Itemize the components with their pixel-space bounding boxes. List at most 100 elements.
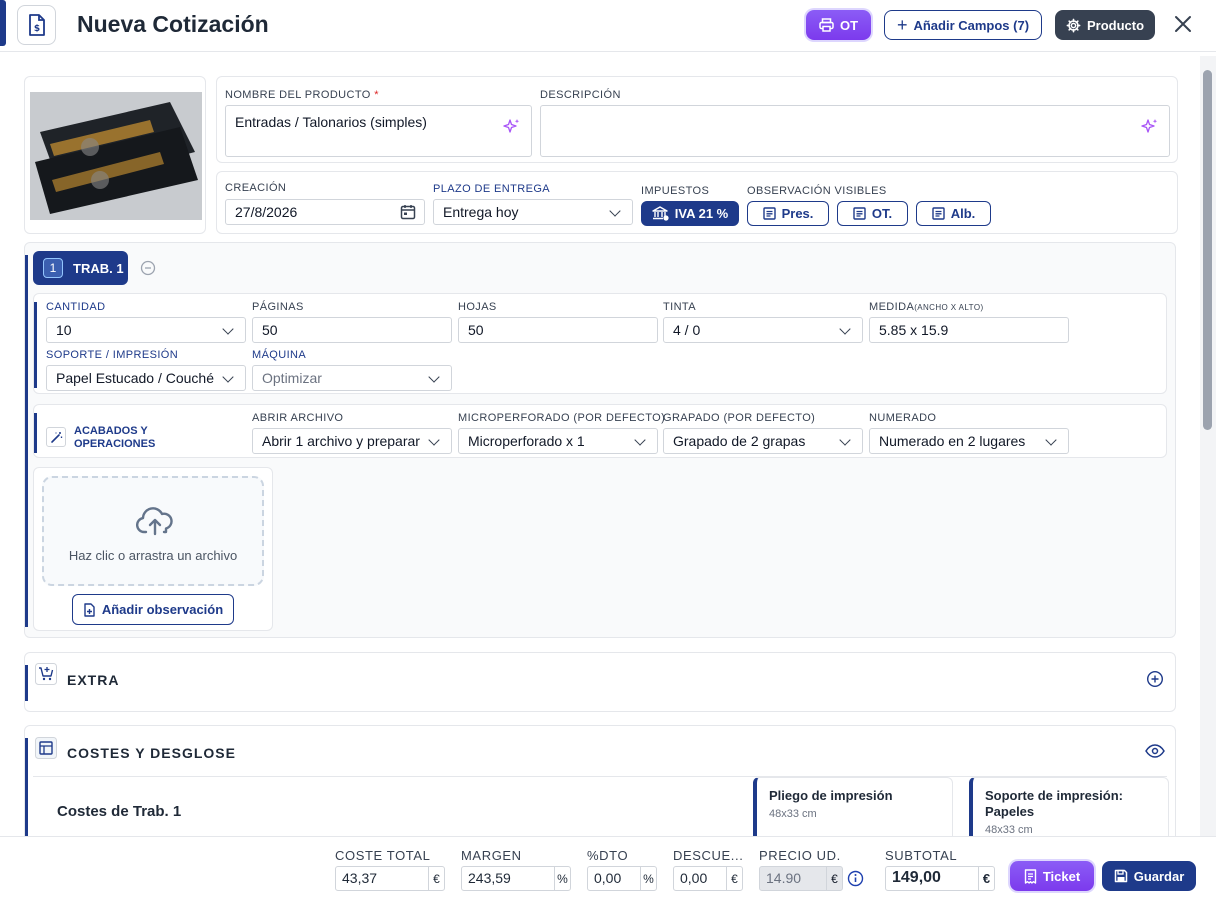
add-fields-button[interactable]: + Añadir Campos (7) [884,10,1042,40]
product-meta-card: CREACIÓN 27/8/2026 PLAZO DE ENTREGA Entr… [216,171,1178,234]
measure-field[interactable]: 5.85 x 15.9 [869,317,1069,343]
product-name-card: NOMBRE DEL PRODUCTO * Entradas / Talonar… [216,76,1178,163]
subtotal-label: SUBTOTAL [885,848,958,863]
discount-field[interactable]: 0,00 € [673,866,743,891]
machine-select[interactable]: Optimizar [252,365,452,391]
total-cost-label: COSTE TOTAL [335,848,431,863]
taxes-label: IMPUESTOS [641,185,710,197]
close-icon [1175,16,1191,32]
numbered-label: NUMERADO [869,412,937,424]
info-icon[interactable] [847,870,864,887]
obs-pres-button[interactable]: Pres. [747,201,829,226]
bank-icon [652,206,669,221]
svg-text:$: $ [33,24,39,34]
creation-date-field[interactable]: 27/8/2026 [225,199,425,225]
cloud-upload-icon [136,507,173,536]
magic-wand-icon-box [46,427,66,447]
header: $ Nueva Cotización OT + Añadir Campos (7… [0,0,1216,52]
microperf-label: MICROPERFORADO (POR DEFECTO) [458,412,666,424]
product-name-label: NOMBRE DEL PRODUCTO * [225,89,379,101]
machine-label: MÁQUINA [252,349,307,361]
magic-wand-icon [50,431,62,443]
file-dropzone[interactable]: Haz clic o arrastra un archivo [42,476,264,586]
dto-label: %DTO [587,848,629,863]
job-tab[interactable]: 1 TRAB. 1 [33,251,128,285]
receipt-icon [1024,868,1037,884]
ticket-button[interactable]: Ticket [1010,861,1094,891]
gear-icon [1066,18,1081,32]
obs-ot-button[interactable]: OT. [837,201,908,226]
quantity-select[interactable]: 10 [46,317,246,343]
add-circle-icon[interactable] [1146,670,1164,688]
product-image [30,92,202,220]
costs-bar [25,738,28,836]
pages-field[interactable]: 50 [252,317,452,343]
extra-bar [25,665,28,701]
microperf-select[interactable]: Microperforado x 1 [458,428,658,454]
obs-alb-button[interactable]: Alb. [916,201,991,226]
numbered-select[interactable]: Numerado en 2 lugares [869,428,1069,454]
tax-iva-button[interactable]: IVA 21 % [641,201,739,226]
dropzone-text: Haz clic o arrastra un archivo [68,548,238,563]
support-label: SOPORTE / IMPRESIÓN [46,349,179,361]
remove-circle-icon[interactable] [140,260,156,276]
margin-field[interactable]: 243,59% [461,866,571,891]
job-number-badge: 1 [43,258,63,278]
unit-price-field: 14.90 € [759,866,843,891]
subtotal-field[interactable]: 149,00 € [885,866,995,891]
header-accent-bar [0,0,6,46]
description-label: DESCRIPCIÓN [540,89,621,101]
open-file-select[interactable]: Abrir 1 archivo y preparar [252,428,452,454]
table-icon [35,737,57,759]
sheets-field[interactable]: 50 [458,317,658,343]
finishes-card: ACABADOS Y OPERACIONES ABRIR ARCHIVO Abr… [33,404,1167,458]
save-button[interactable]: Guardar [1102,861,1196,891]
eye-icon[interactable] [1145,744,1165,758]
calendar-icon[interactable] [400,204,416,220]
costs-title: COSTES Y DESGLOSE [67,745,236,761]
sheets-label: HOJAS [458,301,497,313]
add-observation-button[interactable]: Añadir observación [72,594,234,625]
discount-label: DESCUE... [673,848,744,863]
scrollbar-thumb[interactable] [1203,70,1212,430]
ot-label: OT [839,17,859,33]
job-section: 1 TRAB. 1 CANTIDAD 10 PÁGINAS 50 HOJAS 5… [24,242,1176,638]
extra-section[interactable]: EXTRA [24,652,1176,712]
job-tab-label: TRAB. 1 [73,260,124,276]
quantity-label: CANTIDAD [46,301,106,313]
product-name-field[interactable]: Entradas / Talonarios (simples) [225,105,532,157]
dto-field[interactable]: 0,00% [587,866,657,891]
description-field[interactable] [540,105,1170,157]
stapled-select[interactable]: Grapado de 2 grapas [663,428,863,454]
printer-icon [819,18,834,32]
finishes-label: ACABADOS Y OPERACIONES [74,425,156,450]
add-document-icon [84,602,95,617]
ot-print-button[interactable]: OT [806,10,871,40]
ai-sparkle-icon[interactable] [503,118,521,136]
product-image-card[interactable] [24,76,206,234]
main-content: NOMBRE DEL PRODUCTO * Entradas / Talonar… [14,64,1188,836]
ink-select[interactable]: 4 / 0 [663,317,863,343]
measure-label: MEDIDA(ANCHO X ALTO) [869,301,984,313]
stapled-label: GRAPADO (POR DEFECTO) [663,412,816,424]
totals-footer: COSTE TOTAL 43,37 € MARGEN 243,59% %DTO 0… [0,836,1216,899]
product-settings-button[interactable]: Producto [1055,10,1155,40]
delivery-label: PLAZO DE ENTREGA [433,183,551,195]
support-select[interactable]: Papel Estucado / Couché [46,365,246,391]
cost-card-paper-support[interactable]: Soporte de impresión: Papeles 48x33 cm [969,777,1169,836]
product-label: Producto [1086,17,1145,33]
ink-label: TINTA [663,301,696,313]
delivery-select[interactable]: Entrega hoy [433,199,633,225]
open-file-label: ABRIR ARCHIVO [252,412,344,424]
save-disk-icon [1114,869,1127,883]
margin-label: MARGEN [461,848,522,863]
creation-label: CREACIÓN [225,182,287,194]
extra-title: EXTRA [67,672,120,688]
upload-card: Haz clic o arrastra un archivo Añadir ob… [33,467,273,631]
ai-sparkle-icon[interactable] [1141,118,1159,136]
close-button[interactable] [1170,11,1196,37]
cost-card-print-sheet[interactable]: Pliego de impresión 48x33 cm [753,777,953,836]
total-cost-field[interactable]: 43,37 € [335,866,445,891]
costs-section: COSTES Y DESGLOSE Costes de Trab. 1 Plie… [24,725,1176,836]
add-fields-label: Añadir Campos (7) [913,17,1030,33]
